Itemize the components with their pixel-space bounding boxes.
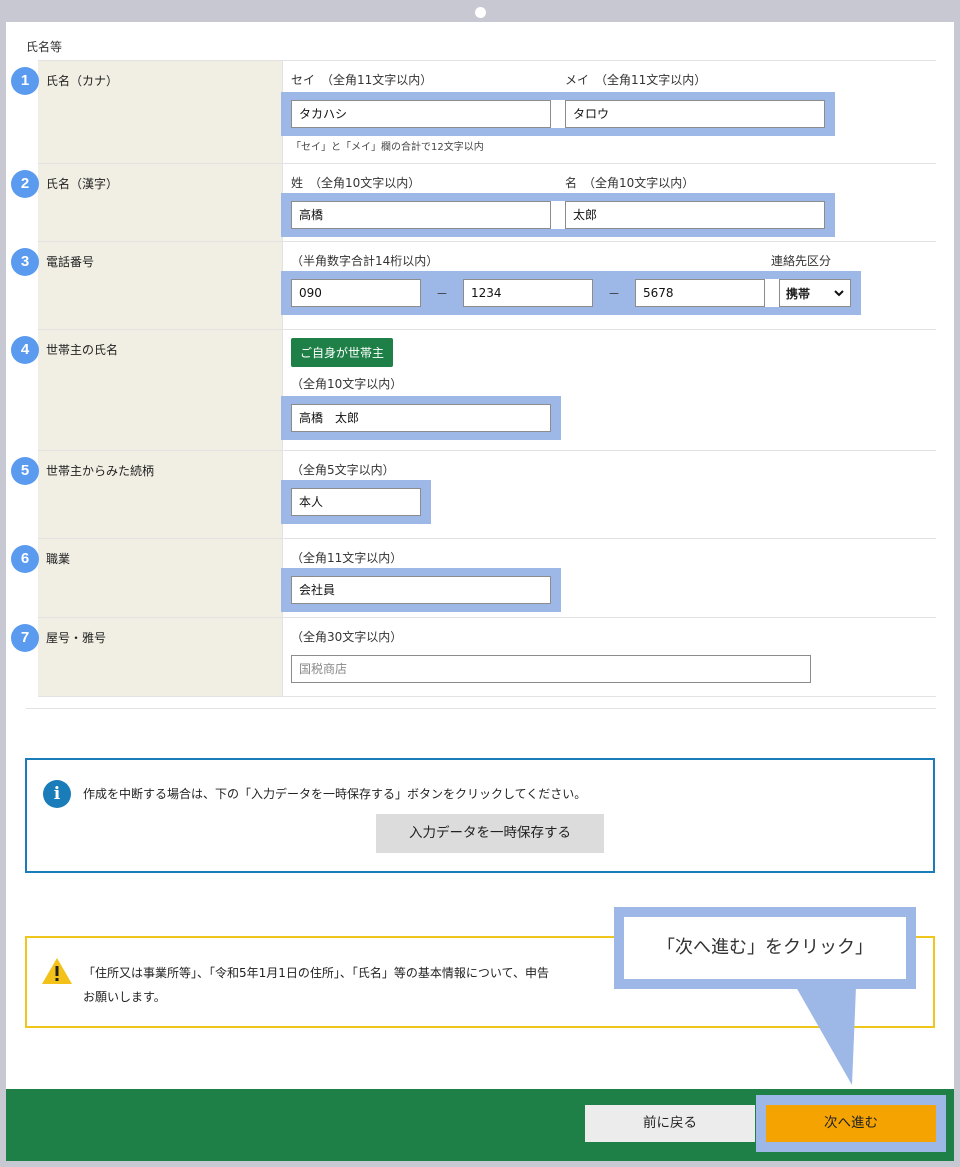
row-label: 世帯主からみた続柄	[38, 451, 282, 538]
row-name-kanji: 2 氏名（漢字） 姓 （全角10文字以内） 名 （全角10文字以内） 高橋 太郎	[11, 164, 936, 242]
step-badge-3: 3	[11, 248, 39, 276]
callout-annotation: 「次へ進む」をクリック」	[614, 907, 916, 989]
householder-hint: （全角10文字以内）	[291, 377, 403, 391]
row-content: 姓 （全角10文字以内） 名 （全角10文字以内） 高橋 太郎	[281, 164, 936, 241]
info-box: i 作成を中断する場合は、下の「入力データを一時保存する」ボタンをクリックしてく…	[25, 758, 935, 873]
mei-hint: 名 （全角10文字以内）	[565, 176, 695, 190]
warning-icon	[42, 958, 72, 984]
dash: －	[593, 284, 635, 302]
occupation-input[interactable]: 会社員	[291, 576, 551, 604]
save-temporary-button[interactable]: 入力データを一時保存する	[376, 814, 604, 853]
next-button[interactable]: 次へ進む	[766, 1105, 936, 1142]
step-badge-5: 5	[11, 457, 39, 485]
back-button[interactable]: 前に戻る	[585, 1105, 755, 1142]
sei-kanji-input[interactable]: 高橋	[291, 201, 551, 229]
row-content: （全角5文字以内） 本人	[281, 451, 936, 538]
highlight-frame: 高橋 太郎	[281, 396, 561, 440]
trade-name-hint: （全角30文字以内）	[291, 630, 403, 644]
sei-kana-input[interactable]: タカハシ	[291, 100, 551, 128]
row-label: 氏名（カナ）	[38, 61, 282, 163]
device-camera	[475, 7, 486, 18]
sei-hint: セイ （全角11文字以内）	[291, 73, 433, 87]
row-content: ご自身が世帯主 （全角10文字以内） 高橋 太郎	[281, 330, 936, 450]
row-content: （半角数字合計14桁以内） 連絡先区分 090 － 1234 － 5678 携帯	[281, 242, 936, 329]
callout-pointer	[796, 987, 856, 1085]
row-relationship: 5 世帯主からみた続柄 （全角5文字以内） 本人	[11, 451, 936, 539]
contact-type-select[interactable]: 携帯	[779, 279, 851, 307]
row-content: （全角11文字以内） 会社員	[281, 539, 936, 617]
row-trade-name: 7 屋号・雅号 （全角30文字以内） 国税商店	[11, 618, 936, 697]
row-label: 氏名（漢字）	[38, 164, 282, 241]
mei-kana-input[interactable]: タロウ	[565, 100, 825, 128]
info-text: 作成を中断する場合は、下の「入力データを一時保存する」ボタンをクリックしてくださ…	[83, 787, 587, 801]
highlight-frame: 090 － 1234 － 5678 携帯	[281, 271, 861, 315]
step-badge-6: 6	[11, 545, 39, 573]
chevron-down-icon	[834, 290, 844, 297]
relationship-input[interactable]: 本人	[291, 488, 421, 516]
highlight-frame: 本人	[281, 480, 431, 524]
info-icon: i	[43, 780, 71, 808]
phone-part3-input[interactable]: 5678	[635, 279, 765, 307]
step-badge-4: 4	[11, 336, 39, 364]
step-badge-7: 7	[11, 624, 39, 652]
section-title: 氏名等	[26, 40, 63, 54]
mei-hint: メイ （全角11文字以内）	[565, 73, 707, 87]
row-occupation: 6 職業 （全角11文字以内） 会社員	[11, 539, 936, 618]
divider	[26, 708, 936, 709]
row-label: 屋号・雅号	[38, 618, 282, 696]
page-frame: 氏名等 1 氏名（カナ） セイ （全角11文字以内） メイ （全角11文字以内）…	[6, 22, 954, 1161]
highlight-frame: 高橋 太郎	[281, 193, 835, 237]
householder-name-input[interactable]: 高橋 太郎	[291, 404, 551, 432]
kana-note: 「セイ」と「メイ」欄の合計で12文字以内	[291, 142, 484, 153]
step-badge-1: 1	[11, 67, 39, 95]
row-householder: 4 世帯主の氏名 ご自身が世帯主 （全角10文字以内） 高橋 太郎	[11, 330, 936, 451]
form-table: 1 氏名（カナ） セイ （全角11文字以内） メイ （全角11文字以内） タカハ…	[11, 60, 936, 697]
phone-part1-input[interactable]: 090	[291, 279, 421, 307]
callout-text: 「次へ進む」をクリック」	[624, 917, 906, 979]
highlight-frame: 会社員	[281, 568, 561, 612]
phone-hint: （半角数字合計14桁以内）	[291, 254, 439, 268]
dash: －	[421, 284, 463, 302]
step-badge-2: 2	[11, 170, 39, 198]
row-name-kana: 1 氏名（カナ） セイ （全角11文字以内） メイ （全角11文字以内） タカハ…	[11, 61, 936, 164]
contact-type-value: 携帯	[786, 286, 811, 301]
row-label: 職業	[38, 539, 282, 617]
row-phone: 3 電話番号 （半角数字合計14桁以内） 連絡先区分 090 － 1234 － …	[11, 242, 936, 330]
row-content: セイ （全角11文字以内） メイ （全角11文字以内） タカハシ タロウ 「セイ…	[281, 61, 936, 163]
relationship-hint: （全角5文字以内）	[291, 463, 395, 477]
contact-type-label: 連絡先区分	[771, 254, 832, 268]
phone-part2-input[interactable]: 1234	[463, 279, 593, 307]
row-content: （全角30文字以内） 国税商店	[282, 618, 936, 696]
sei-hint: 姓 （全角10文字以内）	[291, 176, 421, 190]
row-label: 世帯主の氏名	[38, 330, 282, 450]
next-highlight: 次へ進む	[756, 1095, 946, 1152]
trade-name-input[interactable]: 国税商店	[291, 655, 811, 683]
occupation-hint: （全角11文字以内）	[291, 551, 403, 565]
footer-bar: 前に戻る 次へ進む	[6, 1089, 954, 1161]
row-label: 電話番号	[38, 242, 282, 329]
highlight-frame: タカハシ タロウ	[281, 92, 835, 136]
self-householder-button[interactable]: ご自身が世帯主	[291, 338, 394, 367]
mei-kanji-input[interactable]: 太郎	[565, 201, 825, 229]
